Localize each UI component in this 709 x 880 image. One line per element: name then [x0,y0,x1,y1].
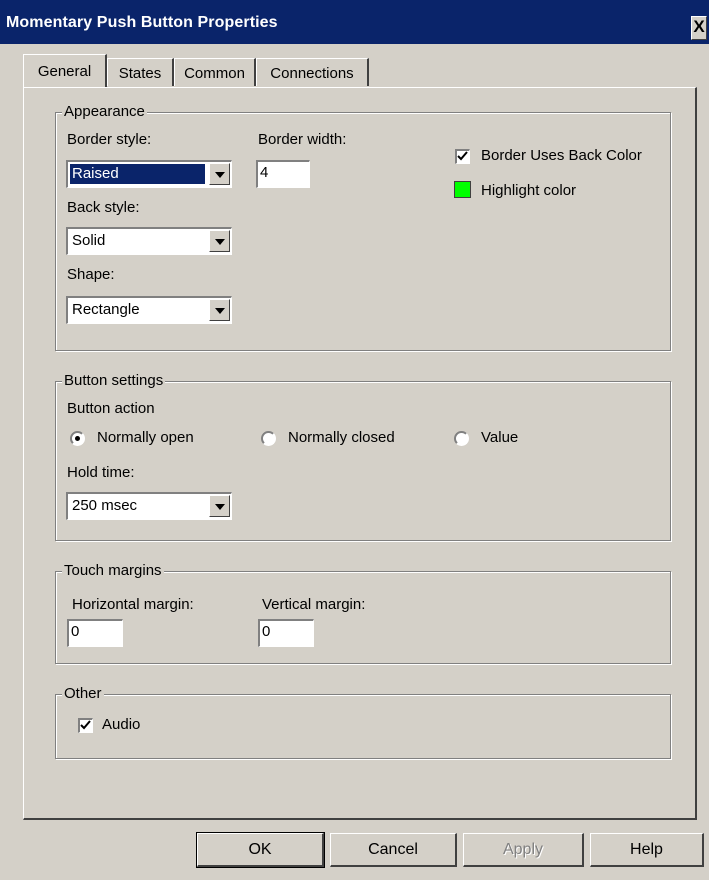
checkmark-icon [457,151,468,161]
appearance-legend: Appearance [62,103,147,121]
shape-select[interactable]: Rectangle [66,296,232,324]
back-style-value: Solid [72,232,106,249]
hold-time-value: 250 msec [72,497,138,514]
button-settings-legend: Button settings [62,372,166,390]
highlight-color-swatch[interactable] [454,181,471,198]
shape-value: Rectangle [72,301,140,318]
normally-closed-radio[interactable] [261,431,276,446]
hold-time-select[interactable]: 250 msec [66,492,232,520]
tab-connections[interactable]: Connections [256,58,369,86]
dropdown-arrow-icon[interactable] [209,230,230,252]
help-button[interactable]: Help [590,833,704,867]
close-icon: X [693,17,705,36]
tab-connections-label: Connections [270,65,354,82]
title-bar[interactable]: Momentary Push Button Properties X [0,0,709,44]
dropdown-arrow-icon[interactable] [209,163,230,185]
border-style-value: Raised [70,164,205,184]
touch-margins-legend: Touch margins [62,562,164,580]
apply-button[interactable]: Apply [463,833,584,867]
normally-open-radio[interactable] [70,431,85,446]
back-style-select[interactable]: Solid [66,227,232,255]
window-title: Momentary Push Button Properties [6,14,278,31]
cancel-button[interactable]: Cancel [330,833,457,867]
other-legend: Other [62,685,104,703]
dropdown-arrow-icon[interactable] [209,299,230,321]
tab-states[interactable]: States [107,58,174,86]
dropdown-arrow-icon[interactable] [209,495,230,517]
checkmark-icon [80,720,91,730]
tab-common[interactable]: Common [174,58,256,86]
tab-states-label: States [118,65,162,82]
other-group: Other [55,685,671,759]
value-radio[interactable] [454,431,469,446]
close-button[interactable]: X [691,16,707,40]
border-style-select[interactable]: Raised [66,160,232,188]
horizontal-margin-input[interactable]: 0 [67,619,123,647]
properties-dialog: Momentary Push Button Properties X Gener… [0,0,709,880]
border-uses-back-color-checkbox[interactable] [455,149,470,164]
tab-general[interactable]: General [23,54,107,87]
ok-button[interactable]: OK [196,832,325,868]
touch-margins-group: Touch margins [55,562,671,664]
tab-common-label: Common [184,65,245,82]
audio-checkbox[interactable] [78,718,93,733]
border-width-input[interactable]: 4 [256,160,310,188]
tab-general-label: General [37,63,92,80]
vertical-margin-input[interactable]: 0 [258,619,314,647]
